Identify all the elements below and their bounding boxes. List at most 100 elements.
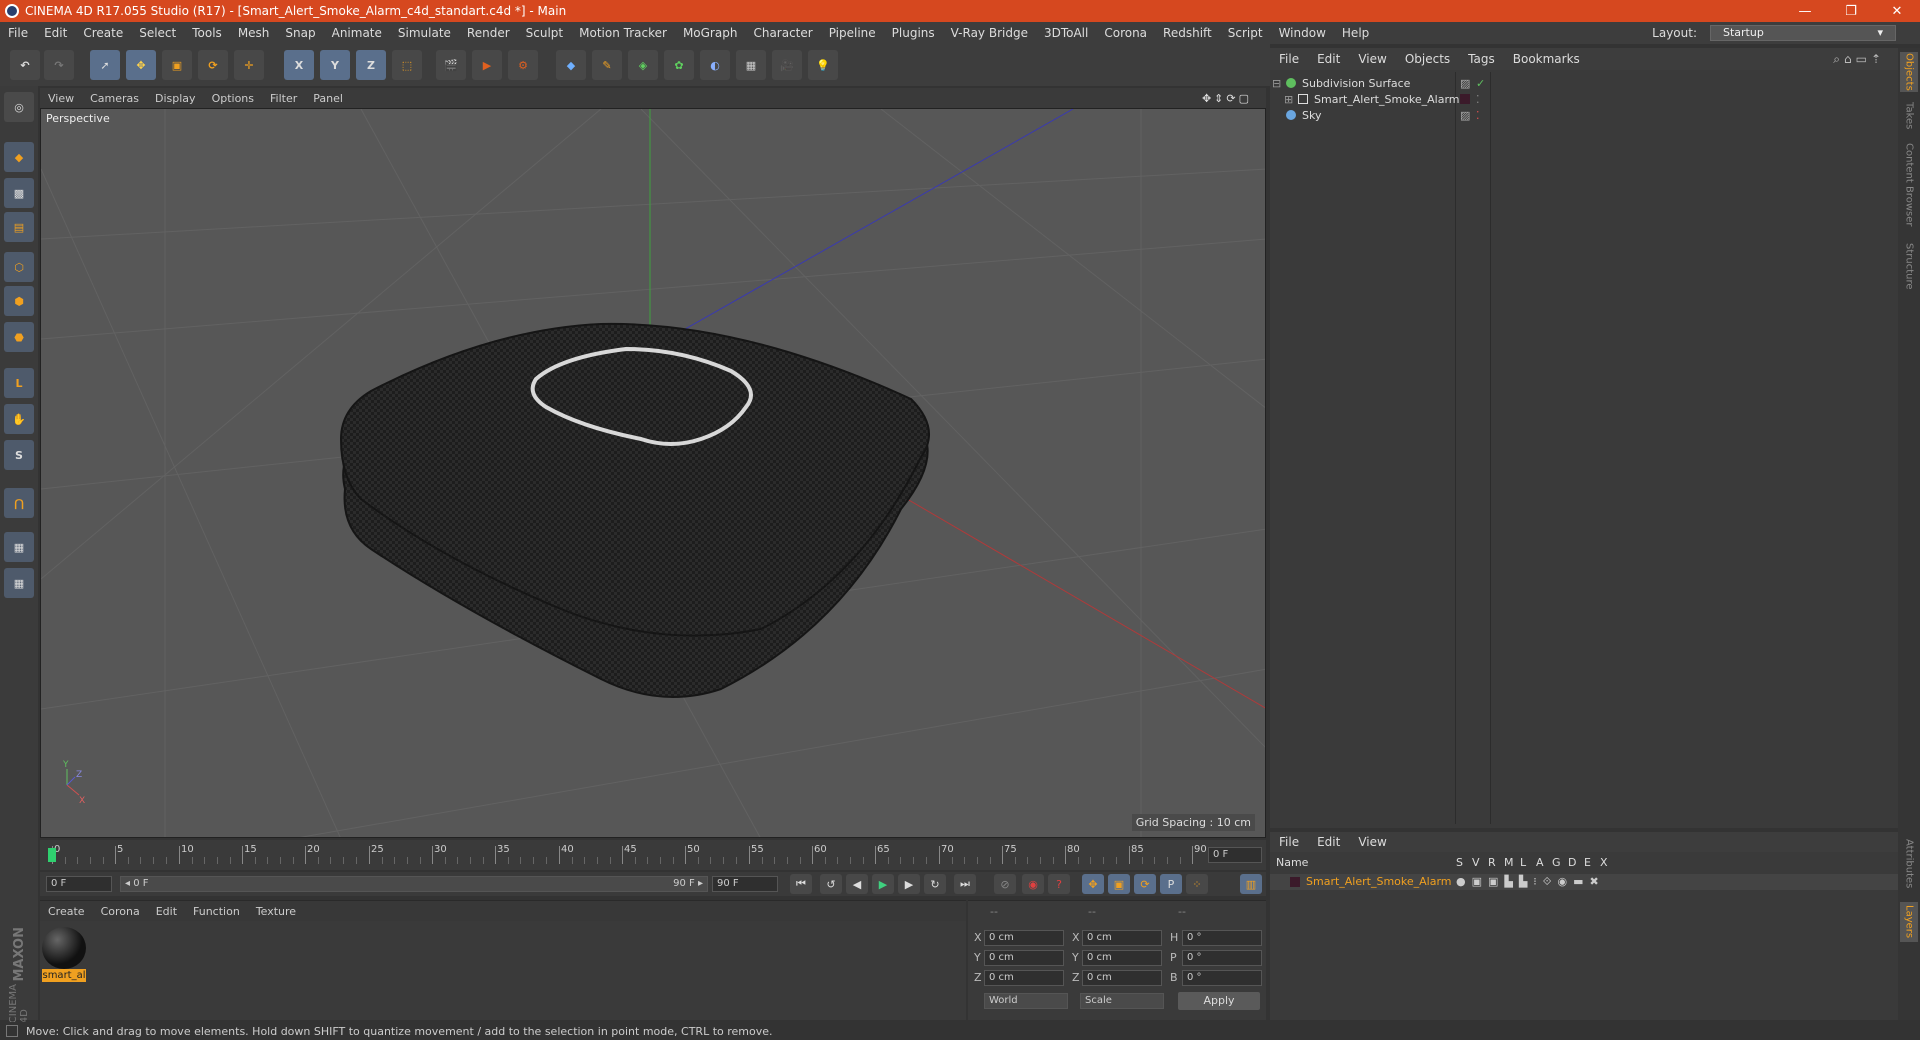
menu-motion-tracker[interactable]: Motion Tracker (571, 26, 675, 40)
menu-file[interactable]: File (0, 26, 36, 40)
axis-mode-icon[interactable]: L (4, 368, 34, 398)
material-menu-function[interactable]: Function (185, 905, 248, 918)
cube-icon[interactable]: ◆ (556, 50, 586, 80)
keyframe-selection-icon[interactable]: ⊘ (994, 874, 1016, 894)
points-mode-icon[interactable]: ⬡ (4, 252, 34, 282)
next-key-icon[interactable]: ↻ (924, 874, 946, 894)
position-x-field[interactable]: 0 cm (984, 930, 1064, 946)
material-menu-create[interactable]: Create (40, 905, 93, 918)
next-frame-icon[interactable]: ▶ (898, 874, 920, 894)
visibility-toggle-icon[interactable]: ▨ (1460, 77, 1470, 90)
play-icon[interactable]: ▶ (872, 874, 894, 894)
record-icon[interactable]: ◉ (1022, 874, 1044, 894)
subdivision-icon[interactable]: ◈ (628, 50, 658, 80)
render-picture-viewer-icon[interactable]: ▶ (472, 50, 502, 80)
light-icon[interactable]: 💡 (808, 50, 838, 80)
menu-simulate[interactable]: Simulate (390, 26, 459, 40)
rotate-icon[interactable]: ⟳ (198, 50, 228, 80)
deformer-icon[interactable]: ◐ (700, 50, 730, 80)
viewport-menu-view[interactable]: View (40, 92, 82, 105)
redo-icon[interactable]: ↷ (44, 50, 74, 80)
camera-icon[interactable]: 🎥 (772, 50, 802, 80)
menu-pipeline[interactable]: Pipeline (821, 26, 884, 40)
snap-icon[interactable]: S (4, 440, 34, 470)
apply-button[interactable]: Apply (1178, 992, 1260, 1010)
menu-snap[interactable]: Snap (277, 26, 323, 40)
tab-objects[interactable]: Objects (1900, 52, 1918, 92)
locked-workplane-icon[interactable]: ▦ (4, 532, 34, 562)
material-swatch[interactable]: smart_al (42, 927, 86, 983)
menu-character[interactable]: Character (745, 26, 820, 40)
menu-edit[interactable]: Edit (36, 26, 75, 40)
previous-frame-icon[interactable]: ◀ (846, 874, 868, 894)
key-rotate-icon[interactable]: ⟳ (1134, 874, 1156, 894)
axis-z-button[interactable]: Z (356, 50, 386, 80)
layer-menu-view[interactable]: View (1349, 835, 1395, 849)
rotation-h-field[interactable]: 0 ° (1182, 930, 1262, 946)
tab-structure[interactable]: Structure (1900, 238, 1918, 294)
position-z-field[interactable]: 0 cm (984, 970, 1064, 986)
world-select[interactable]: World (984, 993, 1068, 1009)
obj-menu-tags[interactable]: Tags (1459, 52, 1504, 66)
go-to-end-icon[interactable]: ⏭ (954, 874, 976, 894)
tab-takes[interactable]: Takes (1900, 98, 1918, 134)
workplane-icon[interactable]: ▤ (4, 212, 34, 242)
frame-range-slider[interactable]: ◂ 0 F 90 F ▸ (120, 876, 708, 892)
menu-animate[interactable]: Animate (324, 26, 390, 40)
polygons-mode-icon[interactable]: ⬣ (4, 322, 34, 352)
menu-corona[interactable]: Corona (1096, 26, 1155, 40)
axis-x-button[interactable]: X (284, 50, 314, 80)
move-icon[interactable]: ✥ (126, 50, 156, 80)
tweak-mode-icon[interactable]: ✋ (4, 404, 34, 434)
menu-create[interactable]: Create (75, 26, 131, 40)
search-icon[interactable]: ⌕⌂▭⇡ (1824, 52, 1894, 67)
layer-color-swatch[interactable] (1460, 94, 1470, 104)
enabled-check-icon[interactable]: ✓ (1476, 77, 1485, 90)
undo-icon[interactable]: ↶ (10, 50, 40, 80)
render-settings-icon[interactable]: ⚙ (508, 50, 538, 80)
live-selection-icon[interactable]: ✛ (234, 50, 264, 80)
edges-mode-icon[interactable]: ⬢ (4, 286, 34, 316)
scale-icon[interactable]: ▣ (162, 50, 192, 80)
scale-select[interactable]: Scale (1080, 993, 1164, 1009)
playhead-marker[interactable] (48, 848, 56, 862)
viewport-menu-options[interactable]: Options (204, 92, 262, 105)
timeline-ruler[interactable]: 0 5 10 15 20 25 30 35 40 45 50 55 60 65 70 75 80 85 90 0 F (40, 840, 1266, 870)
autokey-icon[interactable]: ? (1048, 874, 1070, 894)
menu-render[interactable]: Render (459, 26, 518, 40)
viewport-menu-display[interactable]: Display (147, 92, 204, 105)
render-dot-icon[interactable]: ⁚ (1476, 109, 1480, 122)
tab-content-browser[interactable]: Content Browser (1900, 140, 1918, 230)
rotation-b-field[interactable]: 0 ° (1182, 970, 1262, 986)
close-button[interactable]: ✕ (1874, 0, 1920, 22)
viewport-menu-cameras[interactable]: Cameras (82, 92, 147, 105)
material-menu-texture[interactable]: Texture (248, 905, 304, 918)
expand-icon[interactable]: ⊞ (1284, 93, 1298, 106)
object-row-sky[interactable]: Sky ▨ ⁚ (1272, 106, 1892, 124)
material-menu-edit[interactable]: Edit (148, 905, 185, 918)
obj-menu-edit[interactable]: Edit (1308, 52, 1349, 66)
layer-menu-edit[interactable]: Edit (1308, 835, 1349, 849)
magnet-icon[interactable]: ⋂ (4, 488, 34, 518)
tab-attributes[interactable]: Attributes (1900, 834, 1918, 894)
cloner-icon[interactable]: ✿ (664, 50, 694, 80)
viewport-menu-panel[interactable]: Panel (305, 92, 351, 105)
obj-menu-view[interactable]: View (1349, 52, 1395, 66)
menu-mesh[interactable]: Mesh (230, 26, 278, 40)
floor-icon[interactable]: ▦ (736, 50, 766, 80)
viewport-nav-icons[interactable]: ✥⇕⟳▢ (1194, 92, 1260, 105)
current-frame-field[interactable]: 0 F (1208, 847, 1262, 863)
size-z-field[interactable]: 0 cm (1082, 970, 1162, 986)
planar-workplane-icon[interactable]: ▦ (4, 568, 34, 598)
key-scale-icon[interactable]: ▣ (1108, 874, 1130, 894)
menu-redshift[interactable]: Redshift (1155, 26, 1220, 40)
menu-window[interactable]: Window (1271, 26, 1334, 40)
obj-menu-objects[interactable]: Objects (1396, 52, 1459, 66)
layout-select[interactable]: Startup ▾ (1710, 25, 1896, 41)
menu-help[interactable]: Help (1334, 26, 1377, 40)
minimize-button[interactable]: — (1782, 0, 1828, 22)
make-editable-icon[interactable]: ◎ (4, 92, 34, 122)
menu-sculpt[interactable]: Sculpt (518, 26, 571, 40)
key-param-icon[interactable]: P (1160, 874, 1182, 894)
menu-vray-bridge[interactable]: V-Ray Bridge (943, 26, 1036, 40)
